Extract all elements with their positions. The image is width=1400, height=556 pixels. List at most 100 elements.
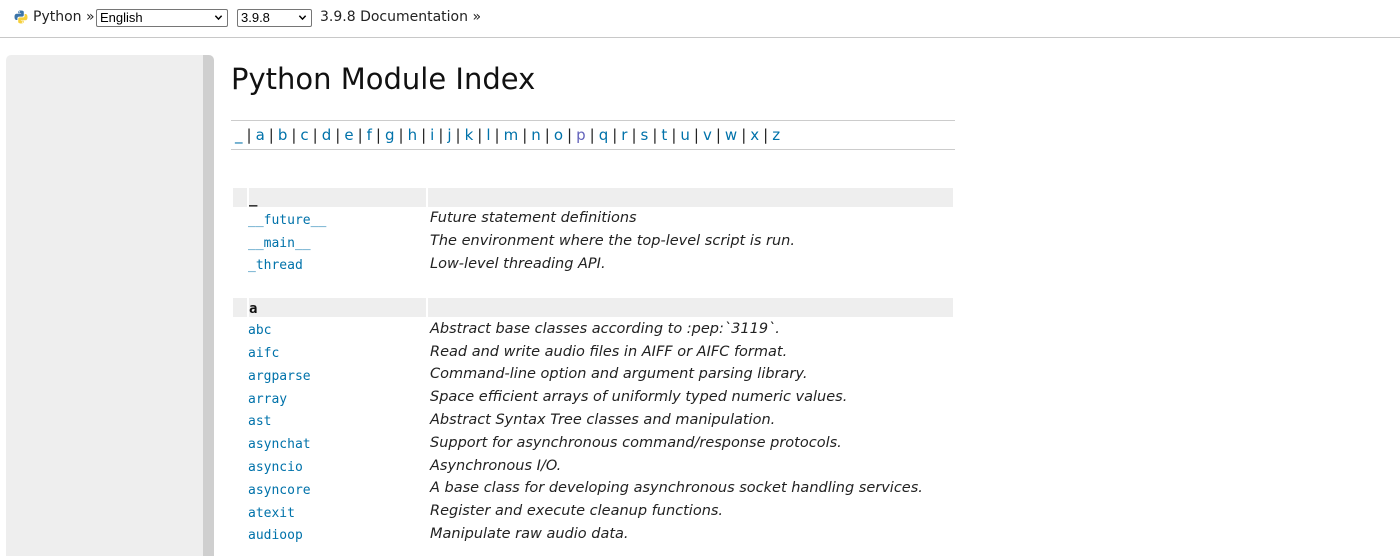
breadcrumb-documentation-label[interactable]: 3.9.8 Documentation <box>320 9 468 25</box>
breadcrumb-python-label[interactable]: Python <box>33 9 82 25</box>
group-spacer <box>233 275 953 298</box>
letter-separator: | <box>589 126 595 144</box>
module-link[interactable]: __main__ <box>248 236 311 251</box>
letter-link-p[interactable]: p <box>576 126 586 144</box>
module-name-cell: _thread <box>248 253 427 276</box>
module-row: ast Abstract Syntax Tree classes and mani… <box>233 409 953 432</box>
letter-link-r[interactable]: r <box>621 126 627 144</box>
letter-separator: | <box>477 126 483 144</box>
module-description: Abstract base classes according to :pep:… <box>430 320 780 337</box>
letter-link-j[interactable]: j <box>447 126 451 144</box>
letter-link-c[interactable]: c <box>300 126 308 144</box>
module-link[interactable]: argparse <box>248 369 311 384</box>
module-link[interactable]: array <box>248 392 287 407</box>
letter-separator: | <box>438 126 444 144</box>
letter-separator: | <box>246 126 252 144</box>
language-select[interactable]: English <box>96 9 228 27</box>
module-link[interactable]: asyncore <box>248 483 311 498</box>
group-header-row: _ <box>233 188 953 207</box>
module-name-cell: asyncio <box>248 454 427 477</box>
module-row: _thread Low-level threading API. <box>233 253 953 276</box>
letter-link-underscore[interactable]: _ <box>235 126 243 144</box>
module-row-gutter <box>233 207 248 230</box>
letter-link-x[interactable]: x <box>750 126 759 144</box>
module-name-cell: array <box>248 386 427 409</box>
letter-link-i[interactable]: i <box>430 126 434 144</box>
module-description: Low-level threading API. <box>430 255 606 272</box>
module-row-gutter <box>233 454 248 477</box>
group-header-gutter <box>233 298 248 318</box>
letter-link-v[interactable]: v <box>703 126 712 144</box>
module-link[interactable]: aifc <box>248 346 279 361</box>
module-description: Register and execute cleanup functions. <box>430 503 724 520</box>
module-row-gutter <box>233 253 248 276</box>
module-description: Command-line option and argument parsing… <box>430 366 808 383</box>
letter-link-o[interactable]: o <box>554 126 563 144</box>
module-name-cell: aifc <box>248 340 427 363</box>
letter-link-m[interactable]: m <box>504 126 519 144</box>
letter-link-h[interactable]: h <box>408 126 418 144</box>
letter-index-nav: _ | a | b | c | d | e | f | g | h | i | j | k | l | m | n | o | p | q | r | s |… <box>231 120 955 150</box>
breadcrumb-python[interactable]: Python » <box>33 9 95 25</box>
letter-link-b[interactable]: b <box>278 126 288 144</box>
module-row-gutter <box>233 317 248 340</box>
letter-link-k[interactable]: k <box>465 126 474 144</box>
module-name-cell: abc <box>248 317 427 340</box>
letter-link-d[interactable]: d <box>322 126 332 144</box>
module-name-cell: audioop <box>248 523 427 546</box>
letter-link-l[interactable]: l <box>486 126 490 144</box>
version-select[interactable]: 3.9.8 <box>237 9 312 27</box>
letter-separator: | <box>421 126 427 144</box>
letter-link-f[interactable]: f <box>367 126 372 144</box>
module-description: Support for asynchronous command/respons… <box>430 434 842 451</box>
module-row: array Space efficient arrays of uniformly… <box>233 386 953 409</box>
letter-link-a[interactable]: a <box>256 126 265 144</box>
module-link[interactable]: abc <box>248 323 271 338</box>
breadcrumb-documentation[interactable]: 3.9.8 Documentation » <box>320 9 481 25</box>
letter-link-u[interactable]: u <box>680 126 690 144</box>
module-row: __future__ Future statement definitions <box>233 207 953 230</box>
version-select-value: 3.9.8 <box>241 10 270 25</box>
module-row-gutter <box>233 386 248 409</box>
group-header-gutter <box>233 188 248 207</box>
group-header-cell: _ <box>247 188 427 207</box>
letter-link-s[interactable]: s <box>641 126 649 144</box>
letter-separator: | <box>763 126 769 144</box>
top-navigation-bar: Python » English 3.9.8 3.9.8 Documentati… <box>0 0 1400 38</box>
module-name-cell: atexit <box>248 500 427 523</box>
letter-link-w[interactable]: w <box>725 126 737 144</box>
letter-separator: | <box>693 126 699 144</box>
group-header-filler <box>426 298 953 318</box>
letter-separator: | <box>455 126 461 144</box>
module-link[interactable]: __future__ <box>248 213 326 228</box>
letter-link-t[interactable]: t <box>661 126 667 144</box>
module-link[interactable]: asyncio <box>248 460 303 475</box>
group-header-filler <box>426 188 953 207</box>
group-header-cell: a <box>247 298 427 318</box>
module-name-cell: argparse <box>248 363 427 386</box>
module-row-gutter <box>233 500 248 523</box>
letter-link-q[interactable]: q <box>599 126 609 144</box>
sidebar-collapse-handle[interactable] <box>203 55 214 556</box>
module-row-gutter <box>233 409 248 432</box>
module-row: asyncio Asynchronous I/O. <box>233 454 953 477</box>
module-name-cell: __main__ <box>248 230 427 253</box>
module-link[interactable]: atexit <box>248 506 295 521</box>
module-link[interactable]: ast <box>248 414 271 429</box>
letter-separator: | <box>268 126 274 144</box>
module-link[interactable]: asynchat <box>248 437 311 452</box>
language-select-value: English <box>100 10 143 25</box>
module-name-cell: __future__ <box>248 207 427 230</box>
python-logo-icon[interactable] <box>14 10 28 24</box>
letter-link-n[interactable]: n <box>531 126 541 144</box>
module-link[interactable]: _thread <box>248 258 303 273</box>
module-link[interactable]: audioop <box>248 528 303 543</box>
letter-link-e[interactable]: e <box>344 126 353 144</box>
module-name-cell: asynchat <box>248 431 427 454</box>
module-row-gutter <box>233 340 248 363</box>
module-description: Manipulate raw audio data. <box>430 525 629 542</box>
letter-link-g[interactable]: g <box>385 126 395 144</box>
module-row: aifc Read and write audio files in AIFF o… <box>233 340 953 363</box>
letter-link-z[interactable]: z <box>772 126 780 144</box>
page-title: Python Module Index <box>231 62 536 96</box>
